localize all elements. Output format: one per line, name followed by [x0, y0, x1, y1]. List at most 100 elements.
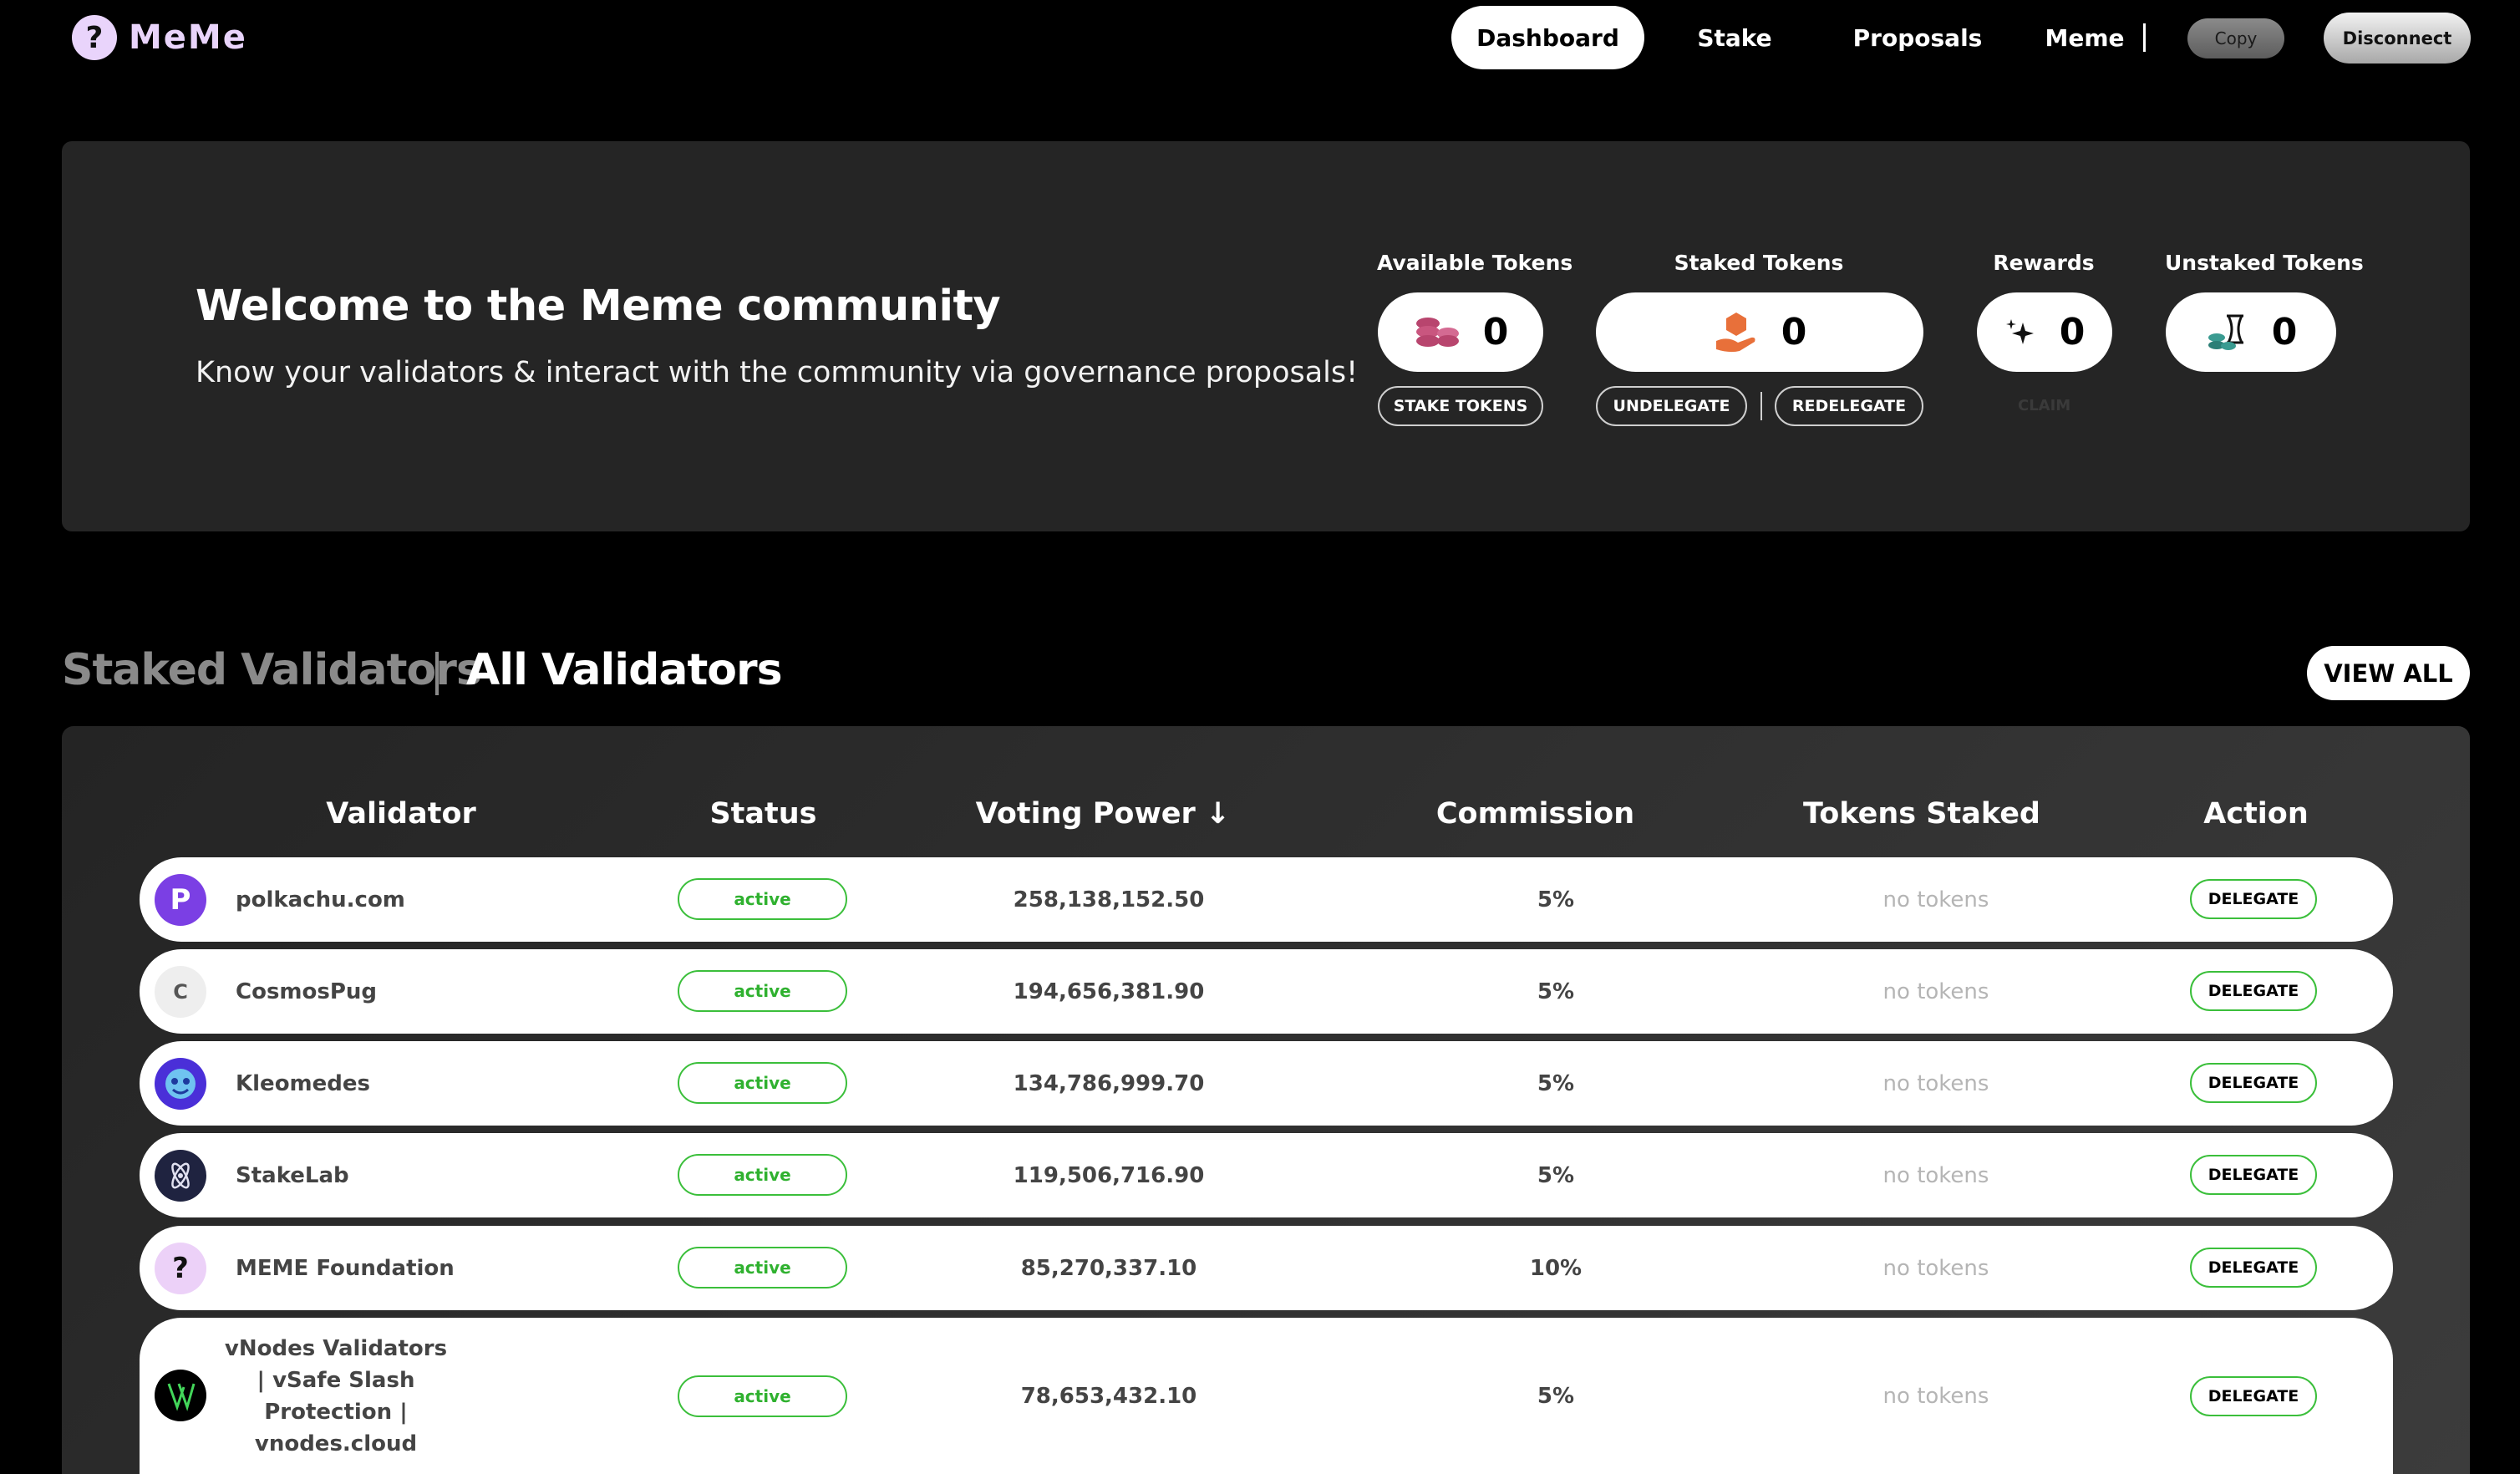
- commission: 5%: [1537, 978, 1575, 1004]
- validator-avatar: P: [155, 874, 206, 926]
- atom-icon: [171, 1162, 190, 1189]
- kleomedes-face-icon: [165, 1069, 196, 1099]
- header-voting-power[interactable]: Voting Power ↓: [961, 797, 1245, 831]
- welcome-subtitle: Know your validators & interact with the…: [196, 356, 1359, 389]
- logo[interactable]: ? MeMe: [72, 15, 247, 60]
- tokens-staked: no tokens: [1882, 1255, 1989, 1281]
- voting-power: 119,506,716.90: [1013, 1162, 1205, 1188]
- commission: 5%: [1537, 1162, 1575, 1188]
- header-commission: Commission: [1435, 797, 1635, 831]
- available-tokens-pill: 0: [1378, 292, 1543, 372]
- status-badge: active: [678, 1062, 847, 1104]
- validator-name[interactable]: CosmosPug: [236, 949, 377, 1034]
- staked-tokens-label: Staked Tokens: [1674, 251, 1844, 275]
- tokens-staked: no tokens: [1882, 978, 1989, 1004]
- available-tokens-label: Available Tokens: [1377, 251, 1573, 275]
- validator-name[interactable]: Kleomedes: [236, 1041, 370, 1126]
- header-validator: Validator: [326, 797, 476, 831]
- nav-proposals[interactable]: Proposals: [1842, 6, 1993, 69]
- tokens-staked: no tokens: [1882, 1070, 1989, 1096]
- tab-separator: [435, 652, 439, 695]
- delegate-button[interactable]: DELEGATE: [2190, 971, 2317, 1011]
- nav-divider: [2143, 23, 2146, 52]
- table-row: vNodes Validators | vSafe Slash Protecti…: [140, 1318, 2393, 1474]
- logo-text: MeMe: [129, 18, 247, 57]
- copy-button[interactable]: Copy: [2187, 18, 2284, 58]
- voting-power: 134,786,999.70: [1013, 1070, 1205, 1096]
- voting-power: 258,138,152.50: [1013, 887, 1205, 912]
- claim-button[interactable]: CLAIM: [2018, 397, 2070, 414]
- commission: 5%: [1537, 1070, 1575, 1096]
- voting-power: 194,656,381.90: [1013, 978, 1205, 1004]
- validator-name-line: vnodes.cloud: [254, 1431, 418, 1456]
- logo-icon: ?: [72, 15, 117, 60]
- tokens-staked: no tokens: [1882, 1383, 1989, 1409]
- rewards-pill: 0: [1977, 292, 2112, 372]
- validator-name-line: vNodes Validators: [224, 1335, 448, 1361]
- delegate-button[interactable]: DELEGATE: [2190, 1376, 2317, 1416]
- status-badge: active: [678, 1247, 847, 1288]
- view-all-button[interactable]: VIEW ALL: [2307, 646, 2470, 700]
- staked-tokens-value: 0: [1781, 311, 1807, 353]
- hourglass-coins-icon: [2208, 314, 2243, 350]
- table-row: ? MEME Foundation active 85,270,337.10 1…: [140, 1226, 2393, 1310]
- redelegate-button[interactable]: REDELEGATE: [1775, 386, 1923, 426]
- status-badge: active: [678, 878, 847, 920]
- validator-avatar-letter: P: [170, 883, 191, 917]
- voting-power: 85,270,337.10: [1020, 1255, 1197, 1281]
- table-row: Kleomedes active 134,786,999.70 5% no to…: [140, 1041, 2393, 1126]
- validator-avatar: ?: [155, 1243, 206, 1294]
- commission: 10%: [1529, 1255, 1583, 1281]
- delegate-button[interactable]: DELEGATE: [2190, 879, 2317, 919]
- available-tokens-value: 0: [1482, 311, 1509, 353]
- validator-avatar-letter: C: [173, 980, 188, 1004]
- rewards-value: 0: [2059, 311, 2086, 353]
- unstaked-tokens-pill: 0: [2166, 292, 2336, 372]
- welcome-title: Welcome to the Meme community: [196, 282, 1001, 331]
- disconnect-button[interactable]: Disconnect: [2324, 13, 2471, 64]
- hand-coin-icon: [1715, 312, 1755, 352]
- delegate-button[interactable]: DELEGATE: [2190, 1248, 2317, 1288]
- delegate-button[interactable]: DELEGATE: [2190, 1155, 2317, 1195]
- validator-name[interactable]: vNodes Validators | vSafe Slash Protecti…: [223, 1318, 449, 1474]
- validator-avatar: [155, 1058, 206, 1110]
- validator-name[interactable]: polkachu.com: [236, 857, 405, 942]
- tokens-staked: no tokens: [1882, 887, 1989, 912]
- validator-avatar-letter: ?: [172, 1252, 189, 1285]
- validator-name-line: | vSafe Slash: [257, 1367, 415, 1393]
- undelegate-button[interactable]: UNDELEGATE: [1596, 386, 1747, 426]
- table-row: C CosmosPug active 194,656,381.90 5% no …: [140, 949, 2393, 1034]
- validator-name[interactable]: MEME Foundation: [236, 1226, 455, 1310]
- nav-stake[interactable]: Stake: [1676, 6, 1793, 69]
- tab-staked-validators[interactable]: Staked Validators: [62, 645, 482, 695]
- voting-power: 78,653,432.10: [1020, 1383, 1197, 1409]
- rewards-label: Rewards: [1993, 251, 2095, 275]
- status-badge: active: [678, 1154, 847, 1196]
- unstaked-tokens-label: Unstaked Tokens: [2165, 251, 2364, 275]
- nav-meme[interactable]: Meme: [2039, 6, 2131, 69]
- commission: 5%: [1537, 1383, 1575, 1409]
- tab-all-validators[interactable]: All Validators: [466, 645, 783, 695]
- button-divider: [1760, 392, 1762, 420]
- status-badge: active: [678, 970, 847, 1012]
- validator-avatar: [155, 1150, 206, 1202]
- delegate-button[interactable]: DELEGATE: [2190, 1063, 2317, 1103]
- vnodes-logo-icon: [167, 1383, 196, 1411]
- unstaked-tokens-value: 0: [2271, 311, 2298, 353]
- table-row: P polkachu.com active 258,138,152.50 5% …: [140, 857, 2393, 942]
- header-status: Status: [709, 797, 817, 831]
- validator-name-line: Protection |: [264, 1399, 408, 1425]
- sparkle-stars-icon: [2005, 318, 2034, 344]
- table-row: StakeLab active 119,506,716.90 5% no tok…: [140, 1133, 2393, 1217]
- coins-icon: [1415, 317, 1459, 347]
- validator-avatar: C: [155, 966, 206, 1018]
- header-action: Action: [2203, 797, 2309, 831]
- stake-tokens-button[interactable]: STAKE TOKENS: [1378, 386, 1543, 426]
- nav-dashboard[interactable]: Dashboard: [1451, 6, 1644, 69]
- validator-avatar: [155, 1370, 206, 1421]
- staked-tokens-pill: 0: [1596, 292, 1923, 372]
- tokens-staked: no tokens: [1882, 1162, 1989, 1188]
- validator-name[interactable]: StakeLab: [236, 1133, 349, 1217]
- welcome-panel: Welcome to the Meme community Know your …: [62, 141, 2470, 531]
- commission: 5%: [1537, 887, 1575, 912]
